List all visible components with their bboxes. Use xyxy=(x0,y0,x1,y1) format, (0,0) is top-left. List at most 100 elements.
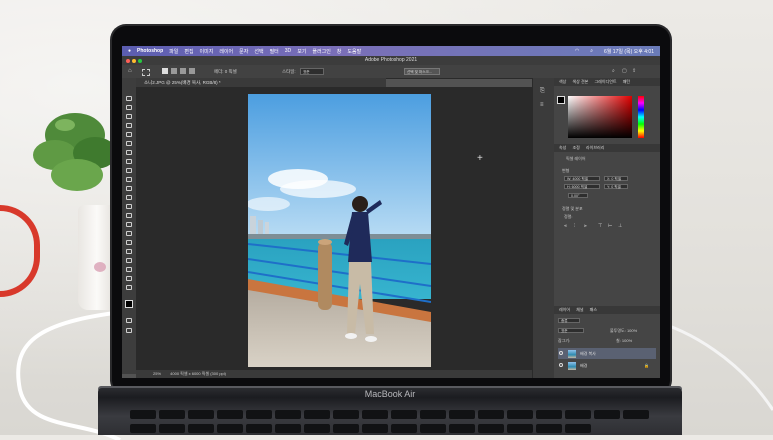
marquee-tool-icon[interactable] xyxy=(142,69,150,76)
layer-row[interactable]: 배경 🔒 xyxy=(558,360,656,371)
type-tool-icon[interactable] xyxy=(126,240,132,245)
feather-field[interactable]: 페더: 0 픽셀 xyxy=(214,69,237,75)
opacity-field[interactable]: 불투명도: 100% xyxy=(610,328,637,334)
panel-foreground-swatch[interactable] xyxy=(557,96,565,104)
quick-select-tool-icon[interactable] xyxy=(126,123,132,128)
menu-edit[interactable]: 편집 xyxy=(184,48,193,55)
foreground-color-swatch[interactable] xyxy=(125,300,133,308)
hue-slider[interactable] xyxy=(638,96,644,138)
select-and-mask-button[interactable]: 선택 및 마스크... xyxy=(404,68,440,75)
menu-layer[interactable]: 레이어 xyxy=(219,48,233,55)
align-middle-icon[interactable]: ⊢ xyxy=(608,223,612,229)
tab-properties[interactable]: 속성 xyxy=(559,145,566,150)
gradient-tool-icon[interactable] xyxy=(126,204,132,209)
align-bottom-icon[interactable]: ⊥ xyxy=(618,223,622,229)
lasso-tool-icon[interactable] xyxy=(126,114,132,119)
tab-gradients[interactable]: 그레이디언트 xyxy=(594,79,616,84)
angle-field[interactable]: 0.00° xyxy=(568,193,588,198)
menu-filter[interactable]: 필터 xyxy=(270,48,279,55)
height-field[interactable]: H: 6000 픽셀 xyxy=(564,184,600,189)
menu-image[interactable]: 이미지 xyxy=(200,48,214,55)
x-field[interactable]: X: 0 픽셀 xyxy=(604,176,628,181)
pen-tool-icon[interactable] xyxy=(126,231,132,236)
menu-select[interactable]: 선택 xyxy=(254,48,263,55)
shape-tool-icon[interactable] xyxy=(126,258,132,263)
hand-tool-icon[interactable] xyxy=(126,267,132,272)
share-icon[interactable]: ⇪ xyxy=(632,68,636,74)
tab-patterns[interactable]: 패턴 xyxy=(623,79,630,84)
layer-kind-filter[interactable]: 종류 xyxy=(558,318,580,323)
intersect-selection-icon[interactable] xyxy=(189,68,195,74)
wifi-icon[interactable]: ◠ xyxy=(575,48,579,54)
new-selection-icon[interactable] xyxy=(162,68,168,74)
align-center-icon[interactable]: ⫶ xyxy=(574,223,575,229)
color-picker-field[interactable] xyxy=(568,96,632,138)
crop-tool-icon[interactable] xyxy=(126,132,132,137)
color-panel-tabs: 색상 색상 견본 그레이디언트 패턴 xyxy=(554,78,660,86)
apple-icon[interactable]: ● xyxy=(128,48,131,54)
maximize-button[interactable] xyxy=(138,59,142,63)
tab-swatches[interactable]: 색상 견본 xyxy=(573,79,589,84)
dodge-tool-icon[interactable] xyxy=(126,222,132,227)
menu-photoshop[interactable]: Photoshop xyxy=(137,48,163,54)
move-tool-icon[interactable] xyxy=(126,96,132,101)
document-info[interactable]: 4000 픽셀 x 6000 픽셀 (300 ppi) xyxy=(170,371,226,376)
minimize-button[interactable] xyxy=(132,59,136,63)
subtract-selection-icon[interactable] xyxy=(180,68,186,74)
tab-layers[interactable]: 레이어 xyxy=(559,307,570,312)
fill-field[interactable]: 칠: 100% xyxy=(616,338,632,344)
adjust-panel-icon[interactable]: ≡ xyxy=(540,102,544,108)
layer-name[interactable]: 배경 xyxy=(580,360,587,371)
align-right-icon[interactable]: ⫸ xyxy=(584,223,587,229)
clone-stamp-tool-icon[interactable] xyxy=(126,177,132,182)
lock-icon[interactable]: 🔒 xyxy=(644,360,649,371)
menu-view[interactable]: 보기 xyxy=(297,48,306,55)
width-field[interactable]: W: 4000 픽셀 xyxy=(564,176,600,181)
tab-adjustments[interactable]: 조정 xyxy=(573,145,580,150)
healing-brush-tool-icon[interactable] xyxy=(126,159,132,164)
add-selection-icon[interactable] xyxy=(171,68,177,74)
layer-row[interactable]: 배경 복사 xyxy=(558,348,656,359)
more-tools-icon[interactable] xyxy=(126,285,132,290)
tab-channels[interactable]: 채널 xyxy=(576,307,583,312)
menubar-clock[interactable]: 6월 17일 (목) 오후 4:01 xyxy=(604,48,654,55)
visibility-eye-icon[interactable] xyxy=(559,363,563,367)
pot-pink-mark xyxy=(94,262,106,272)
history-brush-tool-icon[interactable] xyxy=(126,186,132,191)
path-select-tool-icon[interactable] xyxy=(126,249,132,254)
home-icon[interactable]: ⌂ xyxy=(128,68,132,74)
document-photo[interactable] xyxy=(248,94,431,367)
search-icon[interactable]: ⌕ xyxy=(590,48,593,54)
quick-mask-icon[interactable] xyxy=(126,318,132,323)
y-field[interactable]: Y: 0 픽셀 xyxy=(604,184,628,189)
zoom-tool-icon[interactable] xyxy=(126,276,132,281)
tab-color[interactable]: 색상 xyxy=(559,79,566,84)
menu-file[interactable]: 파일 xyxy=(169,48,178,55)
align-top-icon[interactable]: ⊤ xyxy=(598,223,602,229)
screen-mode-icon[interactable] xyxy=(126,328,132,333)
menu-help[interactable]: 도움말 xyxy=(347,48,361,55)
tab-paths[interactable]: 패스 xyxy=(590,307,597,312)
marquee-tool-icon[interactable] xyxy=(126,105,132,110)
blend-mode-select[interactable]: 표준 xyxy=(558,328,584,333)
eraser-tool-icon[interactable] xyxy=(126,195,132,200)
brush-tool-icon[interactable] xyxy=(126,168,132,173)
menu-window[interactable]: 창 xyxy=(337,48,342,55)
visibility-eye-icon[interactable] xyxy=(559,351,563,355)
zoom-level[interactable]: 25% xyxy=(153,371,161,376)
layer-name[interactable]: 배경 복사 xyxy=(580,348,596,359)
menu-plugins[interactable]: 플러그인 xyxy=(312,48,330,55)
workspace-icon[interactable]: ▢ xyxy=(622,68,627,74)
search-tools-icon[interactable]: ⌕ xyxy=(612,68,615,74)
tab-libraries[interactable]: 라이브러리 xyxy=(586,145,604,150)
menu-type[interactable]: 문자 xyxy=(239,48,248,55)
eyedropper-tool-icon[interactable] xyxy=(126,150,132,155)
menu-3d[interactable]: 3D xyxy=(285,48,291,54)
style-select[interactable]: 표준 xyxy=(300,68,324,75)
blur-tool-icon[interactable] xyxy=(126,213,132,218)
frame-tool-icon[interactable] xyxy=(126,141,132,146)
history-panel-icon[interactable]: ⎘ xyxy=(540,88,545,95)
document-tab[interactable]: 소니2.JPG @ 25%(배경 복사, RGB/8) * xyxy=(136,78,386,87)
close-button[interactable] xyxy=(126,59,130,63)
align-left-icon[interactable]: ⫷ xyxy=(564,223,567,229)
